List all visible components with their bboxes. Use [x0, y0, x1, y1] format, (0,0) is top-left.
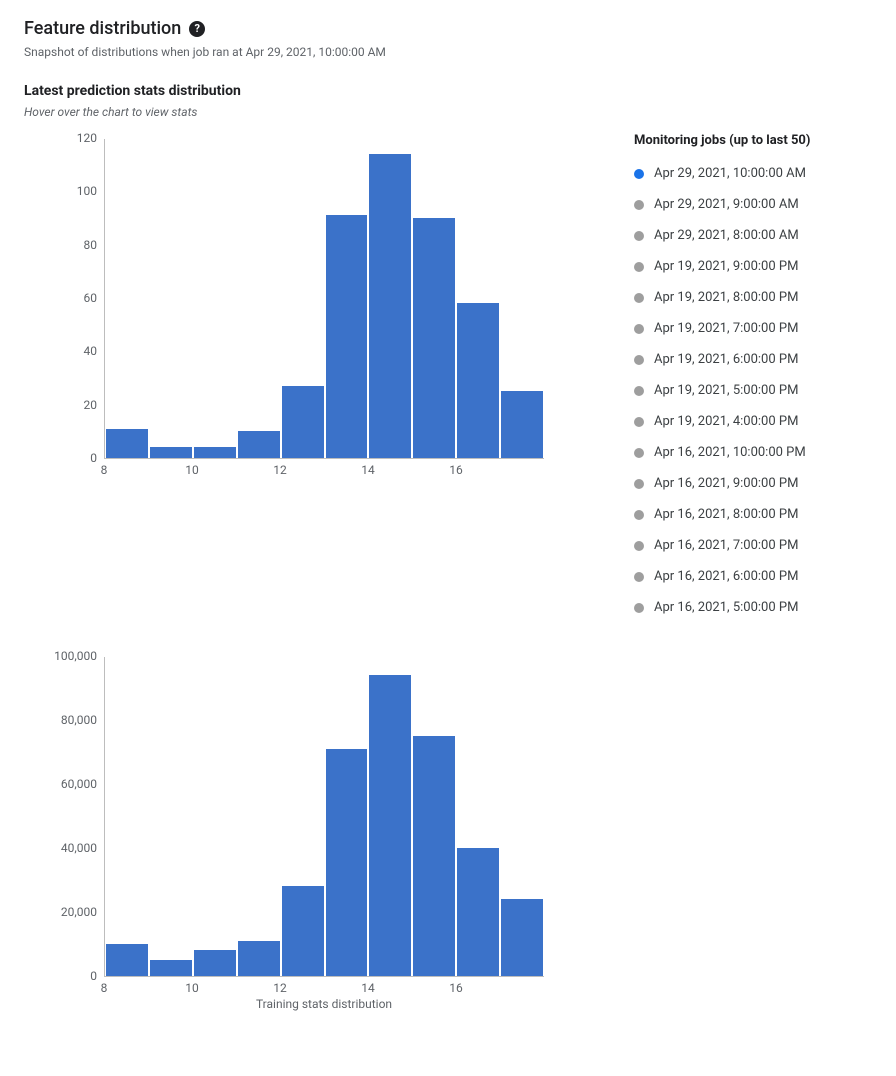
- x-axis-tick: 12: [273, 463, 287, 477]
- job-dot-icon: [634, 386, 644, 396]
- job-dot-icon: [634, 541, 644, 551]
- x-axis-tick: 12: [273, 981, 287, 995]
- y-axis-tick: 40: [45, 344, 97, 358]
- section-hint: Hover over the chart to view stats: [24, 105, 872, 119]
- monitoring-jobs-panel: Monitoring jobs (up to last 50) Apr 29, …: [634, 133, 864, 623]
- monitoring-job-label: Apr 29, 2021, 9:00:00 AM: [654, 197, 799, 212]
- monitoring-job-item[interactable]: Apr 16, 2021, 6:00:00 PM: [634, 561, 864, 592]
- y-axis-tick: 120: [45, 131, 97, 145]
- chart-bar[interactable]: [106, 429, 148, 458]
- monitoring-job-item[interactable]: Apr 16, 2021, 10:00:00 PM: [634, 437, 864, 468]
- monitoring-job-item[interactable]: Apr 19, 2021, 8:00:00 PM: [634, 282, 864, 313]
- chart-bar[interactable]: [369, 675, 411, 976]
- monitoring-job-label: Apr 19, 2021, 8:00:00 PM: [654, 290, 798, 305]
- job-dot-icon: [634, 417, 644, 427]
- y-axis-tick: 100: [45, 184, 97, 198]
- monitoring-job-label: Apr 19, 2021, 9:00:00 PM: [654, 259, 798, 274]
- x-axis-tick: 16: [449, 981, 463, 995]
- chart-bar[interactable]: [194, 950, 236, 976]
- x-axis-tick: 8: [101, 463, 108, 477]
- monitoring-job-item[interactable]: Apr 19, 2021, 4:00:00 PM: [634, 406, 864, 437]
- chart-bar[interactable]: [150, 447, 192, 458]
- chart-bar[interactable]: [106, 944, 148, 976]
- chart-bar[interactable]: [282, 386, 324, 458]
- y-axis-tick: 40,000: [45, 841, 97, 855]
- monitoring-job-item[interactable]: Apr 16, 2021, 8:00:00 PM: [634, 499, 864, 530]
- job-dot-icon: [634, 448, 644, 458]
- job-dot-icon: [634, 324, 644, 334]
- chart-bar[interactable]: [326, 215, 368, 458]
- chart-bar[interactable]: [238, 941, 280, 976]
- x-axis-tick: 14: [361, 463, 375, 477]
- prediction-chart[interactable]: 020406080100120810121416: [24, 139, 564, 477]
- y-axis-tick: 60,000: [45, 777, 97, 791]
- monitoring-jobs-list: Apr 29, 2021, 10:00:00 AM Apr 29, 2021, 9…: [634, 158, 864, 623]
- monitoring-job-item[interactable]: Apr 29, 2021, 9:00:00 AM: [634, 189, 864, 220]
- y-axis-tick: 0: [45, 969, 97, 983]
- job-dot-icon: [634, 479, 644, 489]
- section-title: Latest prediction stats distribution: [24, 83, 872, 99]
- monitoring-job-label: Apr 19, 2021, 5:00:00 PM: [654, 383, 798, 398]
- chart-bar[interactable]: [150, 960, 192, 976]
- monitoring-job-item[interactable]: Apr 29, 2021, 8:00:00 AM: [634, 220, 864, 251]
- job-dot-icon: [634, 572, 644, 582]
- chart-bar[interactable]: [413, 736, 455, 976]
- x-axis-tick: 10: [185, 981, 199, 995]
- monitoring-job-item[interactable]: Apr 19, 2021, 6:00:00 PM: [634, 344, 864, 375]
- x-axis-tick: 16: [449, 463, 463, 477]
- chart-bar[interactable]: [501, 899, 543, 976]
- monitoring-job-label: Apr 19, 2021, 7:00:00 PM: [654, 321, 798, 336]
- chart-bar[interactable]: [282, 886, 324, 976]
- monitoring-job-label: Apr 16, 2021, 7:00:00 PM: [654, 538, 798, 553]
- y-axis-tick: 60: [45, 291, 97, 305]
- chart-bar[interactable]: [194, 447, 236, 458]
- chart-bar[interactable]: [457, 303, 499, 458]
- chart-bar[interactable]: [501, 391, 543, 458]
- monitoring-job-label: Apr 16, 2021, 6:00:00 PM: [654, 569, 798, 584]
- job-dot-icon: [634, 262, 644, 272]
- y-axis-tick: 80,000: [45, 713, 97, 727]
- chart-bar[interactable]: [238, 431, 280, 458]
- chart-bar[interactable]: [413, 218, 455, 458]
- monitoring-job-label: Apr 16, 2021, 9:00:00 PM: [654, 476, 798, 491]
- y-axis-tick: 100,000: [45, 649, 97, 663]
- snapshot-subtitle: Snapshot of distributions when job ran a…: [24, 45, 872, 59]
- monitoring-job-label: Apr 19, 2021, 6:00:00 PM: [654, 352, 798, 367]
- chart-bar[interactable]: [457, 848, 499, 976]
- x-axis-tick: 10: [185, 463, 199, 477]
- chart-bar[interactable]: [326, 749, 368, 976]
- monitoring-job-item[interactable]: Apr 19, 2021, 9:00:00 PM: [634, 251, 864, 282]
- monitoring-job-item[interactable]: Apr 16, 2021, 7:00:00 PM: [634, 530, 864, 561]
- y-axis-tick: 0: [45, 451, 97, 465]
- monitoring-job-item[interactable]: Apr 16, 2021, 5:00:00 PM: [634, 592, 864, 623]
- x-axis-title: Training stats distribution: [104, 997, 544, 1011]
- job-dot-icon: [634, 200, 644, 210]
- x-axis-tick: 8: [101, 981, 108, 995]
- monitoring-job-label: Apr 19, 2021, 4:00:00 PM: [654, 414, 798, 429]
- job-dot-icon: [634, 231, 644, 241]
- monitoring-job-item[interactable]: Apr 19, 2021, 7:00:00 PM: [634, 313, 864, 344]
- chart-bar[interactable]: [369, 154, 411, 458]
- monitoring-job-label: Apr 16, 2021, 8:00:00 PM: [654, 507, 798, 522]
- monitoring-job-label: Apr 16, 2021, 10:00:00 PM: [654, 445, 806, 460]
- page-title: Feature distribution: [24, 18, 181, 39]
- job-dot-icon: [634, 293, 644, 303]
- y-axis-tick: 20: [45, 398, 97, 412]
- monitoring-job-label: Apr 16, 2021, 5:00:00 PM: [654, 600, 798, 615]
- monitoring-job-item[interactable]: Apr 19, 2021, 5:00:00 PM: [634, 375, 864, 406]
- help-icon[interactable]: ?: [189, 21, 205, 37]
- job-dot-icon: [634, 355, 644, 365]
- monitoring-job-label: Apr 29, 2021, 10:00:00 AM: [654, 166, 806, 181]
- y-axis-tick: 20,000: [45, 905, 97, 919]
- monitoring-job-item[interactable]: Apr 16, 2021, 9:00:00 PM: [634, 468, 864, 499]
- y-axis-tick: 80: [45, 238, 97, 252]
- monitoring-jobs-title: Monitoring jobs (up to last 50): [634, 133, 864, 148]
- job-dot-icon: [634, 169, 644, 179]
- job-dot-icon: [634, 510, 644, 520]
- monitoring-job-item[interactable]: Apr 29, 2021, 10:00:00 AM: [634, 158, 864, 189]
- job-dot-icon: [634, 603, 644, 613]
- x-axis-tick: 14: [361, 981, 375, 995]
- training-chart[interactable]: 020,00040,00060,00080,000100,00081012141…: [24, 657, 564, 1011]
- monitoring-job-label: Apr 29, 2021, 8:00:00 AM: [654, 228, 799, 243]
